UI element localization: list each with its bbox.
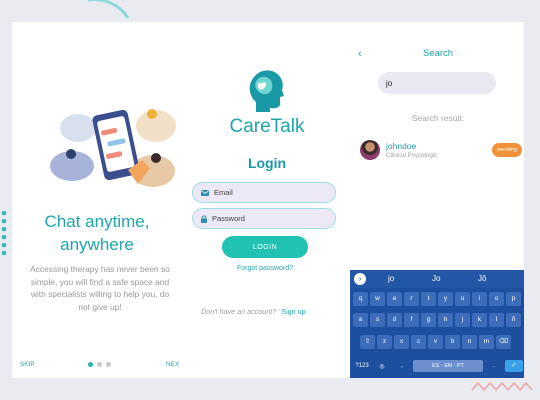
keyboard-key[interactable]: ñ xyxy=(506,313,521,327)
suggestion-item[interactable]: Jô xyxy=(478,274,486,283)
onboarding-screen: Chat anytime, anywhere Accessing therapy… xyxy=(12,22,182,378)
page-indicator xyxy=(88,362,111,367)
keyboard-key[interactable]: j xyxy=(455,313,470,327)
list-item[interactable]: johndoe Clinical Psycologic pending xyxy=(358,138,522,166)
brand-name: CareTalk xyxy=(229,116,305,137)
next-button[interactable]: NEX xyxy=(166,361,179,368)
keyboard-key[interactable]: d xyxy=(387,313,402,327)
keyboard-key[interactable]: a xyxy=(353,313,368,327)
keyboard-key[interactable]: e xyxy=(387,292,402,306)
email-field[interactable] xyxy=(192,182,336,203)
chevron-right-icon[interactable]: › xyxy=(354,273,366,285)
search-title: Search xyxy=(422,48,454,59)
keyboard-key[interactable]: i xyxy=(472,292,487,306)
page-dot[interactable] xyxy=(88,362,93,367)
keyboard-key[interactable]: f xyxy=(404,313,419,327)
keyboard-row-2: asdfghjklñ xyxy=(353,313,521,327)
keyboard-key[interactable]: v xyxy=(428,335,443,349)
comma-key[interactable]: , xyxy=(393,363,411,369)
no-account-text: Don't have an account? xyxy=(201,307,277,316)
keyboard-key[interactable]: c xyxy=(411,335,426,349)
keyboard-key[interactable]: q xyxy=(353,292,368,306)
keyboard-key[interactable]: p xyxy=(506,292,521,306)
page-dot[interactable] xyxy=(106,362,111,367)
keyboard-key[interactable]: m xyxy=(479,335,494,349)
login-screen: CareTalk Login LOGIN Forgot password? Do… xyxy=(182,22,352,378)
keyboard-key[interactable]: h xyxy=(438,313,453,327)
lock-icon xyxy=(201,214,207,223)
keyboard-key[interactable]: z xyxy=(377,335,392,349)
keyboard-row-1: qwertyuiop xyxy=(353,292,521,306)
login-title: Login xyxy=(247,155,287,171)
space-key[interactable]: ES · EN · PT xyxy=(413,360,483,372)
onboarding-title-line-2: anywhere xyxy=(60,235,134,254)
keyboard-key[interactable]: k xyxy=(472,313,487,327)
signup-prompt: Don't have an account? Sign up xyxy=(201,307,306,316)
status-badge[interactable]: pending xyxy=(492,143,522,157)
login-button[interactable]: LOGIN xyxy=(222,236,308,258)
page-dot[interactable] xyxy=(97,362,102,367)
caretalk-logo-icon xyxy=(249,70,284,112)
signup-link[interactable]: Sign up xyxy=(281,307,305,316)
suggestion-item[interactable]: jo xyxy=(388,274,394,283)
keyboard-key[interactable]: w xyxy=(370,292,385,306)
keyboard-key[interactable]: u xyxy=(455,292,470,306)
period-key[interactable]: . xyxy=(485,363,503,369)
keyboard-row-3: ⇧ z x c v b n m ⌫ xyxy=(360,335,511,349)
keyboard-key[interactable]: s xyxy=(370,313,385,327)
suggestion-bar: › jo Jo Jô xyxy=(350,270,524,288)
forgot-password-link[interactable]: Forgot password? xyxy=(182,265,348,272)
keyboard-bottom-row: ?123 ◎ , ES · EN · PT . ✓ xyxy=(353,360,523,372)
onboarding-title: Chat anytime, anywhere xyxy=(12,210,182,256)
symbols-key[interactable]: ?123 xyxy=(353,363,371,369)
keyboard-key[interactable]: t xyxy=(421,292,436,306)
keyboard-key[interactable]: l xyxy=(489,313,504,327)
mail-icon xyxy=(201,189,209,196)
password-input[interactable] xyxy=(212,214,324,223)
keyboard-key[interactable]: x xyxy=(394,335,409,349)
keyboard-key[interactable]: y xyxy=(438,292,453,306)
keyboard-key[interactable]: r xyxy=(404,292,419,306)
onboarding-title-line-1: Chat anytime, xyxy=(44,212,150,231)
email-input[interactable] xyxy=(214,188,326,197)
chat-illustration xyxy=(50,109,176,187)
suggestion-item[interactable]: Jo xyxy=(432,274,440,283)
keyboard-key[interactable]: o xyxy=(489,292,504,306)
keyboard-key[interactable]: g xyxy=(421,313,436,327)
keyboard-key[interactable]: n xyxy=(462,335,477,349)
globe-icon[interactable]: ◎ xyxy=(373,363,391,370)
keyboard-key[interactable]: ⇧ xyxy=(360,335,375,349)
password-field[interactable] xyxy=(192,208,336,229)
search-results-label: Search result: xyxy=(411,113,465,123)
virtual-keyboard: › jo Jo Jô qwertyuiop asdfghjklñ ⇧ z x c v b n… xyxy=(350,270,524,378)
keyboard-key[interactable]: b xyxy=(445,335,460,349)
check-icon[interactable]: ✓ xyxy=(505,360,523,372)
keyboard-key[interactable]: ⌫ xyxy=(496,335,511,349)
avatar xyxy=(360,140,380,160)
result-role: Clinical Psycologic xyxy=(386,152,438,159)
search-bar[interactable] xyxy=(378,72,496,94)
skip-button[interactable]: SKIP xyxy=(20,361,35,368)
onboarding-description: Accessing therapy has never been so simp… xyxy=(30,264,170,312)
search-input[interactable] xyxy=(386,78,496,88)
result-username: johndoe xyxy=(386,141,417,151)
